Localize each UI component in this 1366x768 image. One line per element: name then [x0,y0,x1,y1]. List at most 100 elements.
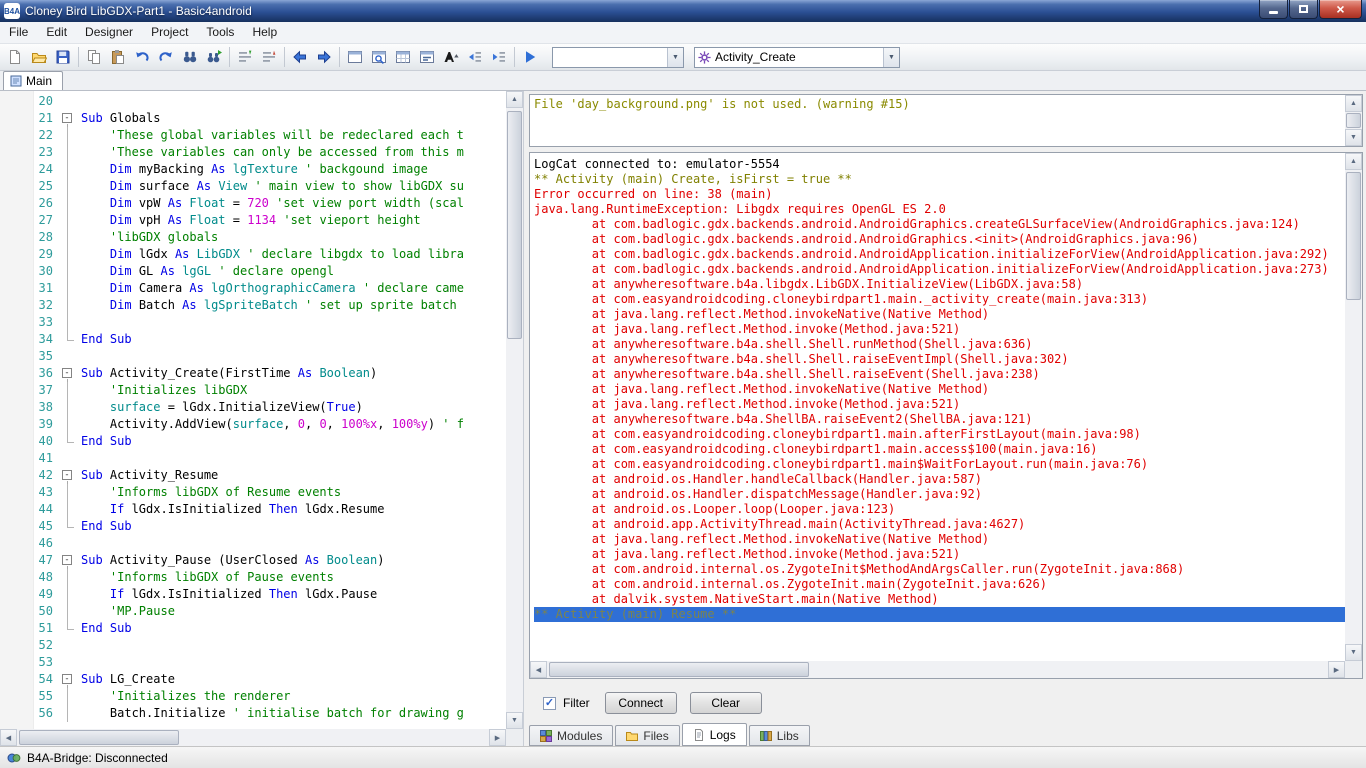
module-combo[interactable]: ▼ [552,47,684,68]
tab-files[interactable]: Files [615,725,679,746]
scroll-left-icon[interactable]: ◀ [0,729,17,746]
log-line[interactable]: at com.badlogic.gdx.backends.android.And… [534,247,1345,262]
log-line[interactable]: at com.badlogic.gdx.backends.android.And… [534,262,1345,277]
log-line[interactable]: at java.lang.reflect.Method.invoke(Metho… [534,322,1345,337]
scroll-down-icon[interactable]: ▼ [1345,644,1362,661]
find-button[interactable] [178,45,202,69]
designer-button[interactable] [343,45,367,69]
warnings-vscrollbar[interactable]: ▲ ▼ [1345,95,1362,146]
log-line[interactable]: at com.easyandroidcoding.cloneybirdpart1… [534,427,1345,442]
menu-help[interactable]: Help [243,22,286,43]
filter-checkbox[interactable]: ✓ [543,697,556,710]
clear-button[interactable]: Clear [690,692,762,714]
fold-collapse-icon[interactable]: - [60,552,76,569]
log-line[interactable]: at java.lang.reflect.Method.invokeNative… [534,382,1345,397]
log-vscroll-thumb[interactable] [1346,172,1361,300]
fold-collapse-icon[interactable]: - [60,671,76,688]
log-line[interactable]: at anywheresoftware.b4a.libgdx.LibGDX.In… [534,277,1345,292]
editor-hscroll-thumb[interactable] [19,730,179,745]
tab-libs[interactable]: Libs [749,725,810,746]
fold-collapse-icon[interactable]: - [60,467,76,484]
log-line[interactable]: ** Activity (main) Create, isFirst = tru… [534,172,1345,187]
editor-hscroll-track[interactable] [17,729,489,746]
tab-logs[interactable]: Logs [682,723,747,746]
save-button[interactable] [51,45,75,69]
log-line[interactable]: at com.easyandroidcoding.cloneybirdpart1… [534,292,1345,307]
editor-vscroll-track[interactable] [506,108,523,712]
fold-collapse-icon[interactable]: - [60,110,76,127]
log-line[interactable]: at java.lang.reflect.Method.invokeNative… [534,532,1345,547]
log-output[interactable]: LogCat connected to: emulator-5554** Act… [531,154,1345,661]
log-line[interactable]: at com.badlogic.gdx.backends.android.And… [534,232,1345,247]
editor-vscroll-thumb[interactable] [507,111,522,339]
log-line[interactable]: at com.android.internal.os.ZygoteInit.ma… [534,577,1345,592]
log-line-selected[interactable]: ** Activity (main) Resume ** [534,607,1345,622]
log-line[interactable]: at com.android.internal.os.ZygoteInit$Me… [534,562,1345,577]
log-vscrollbar[interactable]: ▲ ▼ [1345,153,1362,661]
open-button[interactable] [27,45,51,69]
menu-edit[interactable]: Edit [37,22,76,43]
log-line[interactable]: Error occurred on line: 38 (main) [534,187,1345,202]
log-vscroll-track[interactable] [1345,170,1362,644]
warnings-vscroll-thumb[interactable] [1346,113,1361,128]
run-button[interactable] [518,45,542,69]
minimize-button[interactable] [1259,0,1288,19]
scroll-down-icon[interactable]: ▼ [1345,129,1362,146]
log-line[interactable]: at android.app.ActivityThread.main(Activ… [534,517,1345,532]
designer-grid-button[interactable] [391,45,415,69]
uncomment-button[interactable] [257,45,281,69]
log-hscroll-track[interactable] [547,661,1328,678]
log-line[interactable]: at anywheresoftware.b4a.ShellBA.raiseEve… [534,412,1345,427]
scroll-up-icon[interactable]: ▲ [1345,95,1362,112]
log-line[interactable]: at android.os.Looper.loop(Looper.java:12… [534,502,1345,517]
log-line[interactable]: at java.lang.reflect.Method.invoke(Metho… [534,547,1345,562]
scroll-right-icon[interactable]: ▶ [1328,661,1345,678]
sub-combo[interactable]: Activity_Create ▼ [694,47,900,68]
log-line[interactable]: at dalvik.system.NativeStart.main(Native… [534,592,1345,607]
designer-script-button[interactable] [415,45,439,69]
tab-main[interactable]: Main [3,71,63,90]
log-line[interactable]: at anywheresoftware.b4a.shell.Shell.rais… [534,352,1345,367]
new-file-button[interactable] [3,45,27,69]
log-line[interactable]: at anywheresoftware.b4a.shell.Shell.rais… [534,367,1345,382]
undo-button[interactable] [130,45,154,69]
scroll-right-icon[interactable]: ▶ [489,729,506,746]
log-line[interactable]: LogCat connected to: emulator-5554 [534,157,1345,172]
log-hscrollbar[interactable]: ◀ ▶ [530,661,1345,678]
comment-button[interactable] [233,45,257,69]
menu-designer[interactable]: Designer [76,22,142,43]
scroll-up-icon[interactable]: ▲ [1345,153,1362,170]
copy-button[interactable] [82,45,106,69]
log-line[interactable]: java.lang.RuntimeException: Libgdx requi… [534,202,1345,217]
indent-button[interactable] [487,45,511,69]
font-size-button[interactable] [439,45,463,69]
scroll-up-icon[interactable]: ▲ [506,91,523,108]
back-button[interactable] [288,45,312,69]
warnings-vscroll-track[interactable] [1345,112,1362,129]
log-line[interactable]: at android.os.Handler.handleCallback(Han… [534,472,1345,487]
editor-vscrollbar[interactable]: ▲ ▼ [506,91,523,729]
log-line[interactable]: at com.badlogic.gdx.backends.android.And… [534,217,1345,232]
tab-modules[interactable]: Modules [529,725,613,746]
close-button[interactable]: × [1319,0,1362,19]
outdent-button[interactable] [463,45,487,69]
connect-button[interactable]: Connect [605,692,677,714]
log-line[interactable]: at anywheresoftware.b4a.shell.Shell.runM… [534,337,1345,352]
menu-tools[interactable]: Tools [197,22,243,43]
paste-button[interactable] [106,45,130,69]
log-line[interactable]: at android.os.Handler.dispatchMessage(Ha… [534,487,1345,502]
find-next-button[interactable] [202,45,226,69]
code-editor[interactable]: 2021-Sub Globals22 'These global variabl… [0,91,506,729]
editor-hscrollbar[interactable]: ◀ ▶ [0,729,506,746]
scroll-left-icon[interactable]: ◀ [530,661,547,678]
designer-search-button[interactable] [367,45,391,69]
menu-file[interactable]: File [0,22,37,43]
forward-button[interactable] [312,45,336,69]
scroll-down-icon[interactable]: ▼ [506,712,523,729]
log-line[interactable]: at java.lang.reflect.Method.invoke(Metho… [534,397,1345,412]
log-line[interactable]: at java.lang.reflect.Method.invokeNative… [534,307,1345,322]
log-hscroll-thumb[interactable] [549,662,809,677]
menu-project[interactable]: Project [142,22,197,43]
maximize-button[interactable] [1289,0,1318,19]
log-line[interactable]: at com.easyandroidcoding.cloneybirdpart1… [534,442,1345,457]
